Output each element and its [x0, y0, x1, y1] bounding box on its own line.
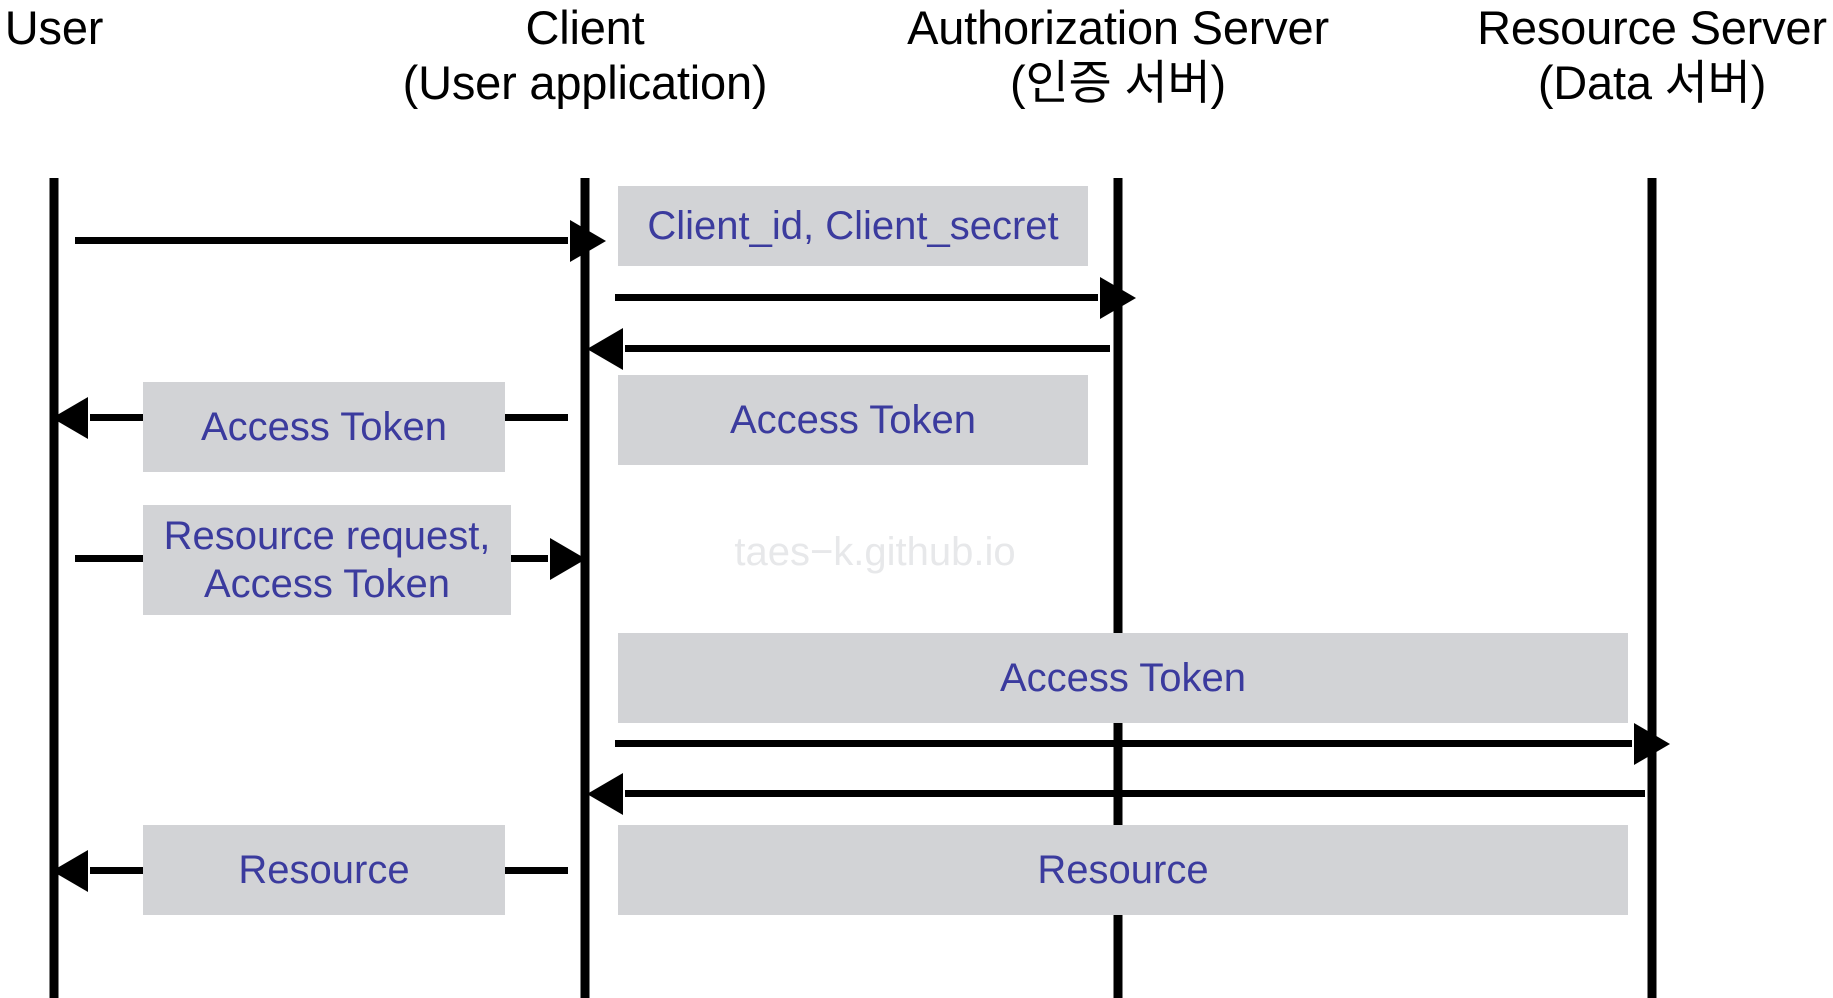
label-client-credentials: Client_id, Client_secret: [618, 186, 1088, 266]
participant-name: Client: [525, 1, 645, 54]
participant-subtitle: (인증 서버): [1010, 56, 1226, 110]
participant-name: Authorization Server: [907, 1, 1329, 54]
participant-name: User: [4, 1, 104, 54]
msg-auth-to-client: [587, 327, 1110, 370]
participant-subtitle: (User application): [402, 56, 768, 110]
label-text: Resource request, Access Token: [164, 512, 491, 608]
label-access-token-wide: Access Token: [618, 633, 1628, 723]
participant-name: Resource Server: [1477, 1, 1827, 54]
label-access-token-user: Access Token: [143, 382, 505, 472]
label-text: Access Token: [730, 396, 976, 444]
label-line: Access Token: [729, 398, 977, 442]
label-line: Access Token: [200, 405, 448, 449]
label-line: Resource request,: [163, 514, 491, 558]
label-text: Client_id, Client_secret: [647, 202, 1058, 250]
msg-client-to-auth: [615, 276, 1136, 319]
label-line: Resource: [238, 848, 410, 892]
label-line: Access Token: [203, 562, 451, 606]
lifeline-user: [49, 178, 59, 998]
participant-header-client: Client (User application): [403, 0, 768, 111]
msg-client-to-resource: [615, 722, 1670, 765]
participant-header-auth: Authorization Server (인증 서버): [907, 0, 1329, 111]
participant-subtitle: (Data 서버): [1537, 56, 1767, 110]
sequence-diagram: User Client (User application) Authorizatio…: [0, 0, 1833, 998]
label-text: Access Token: [201, 403, 447, 451]
label-line: Client_id, Client_secret: [647, 204, 1059, 248]
msg-resource-to-client: [587, 772, 1645, 815]
msg-user-to-client: [75, 219, 606, 262]
label-line: Access Token: [999, 656, 1247, 700]
label-resource-request: Resource request, Access Token: [143, 505, 511, 615]
label-text: Resource: [238, 846, 409, 894]
label-line: Resource: [1037, 848, 1209, 892]
label-access-token-auth: Access Token: [618, 375, 1088, 465]
label-text: Access Token: [1000, 654, 1246, 702]
label-resource-wide: Resource: [618, 825, 1628, 915]
lifeline-client: [580, 178, 590, 998]
participant-header-user: User: [4, 0, 104, 55]
label-resource-user: Resource: [143, 825, 505, 915]
label-text: Resource: [1037, 846, 1208, 894]
arrow-head-left-icon: [587, 772, 623, 815]
lifeline-resource: [1647, 178, 1657, 998]
participant-header-resource: Resource Server (Data 서버): [1477, 0, 1827, 111]
arrow-head-left-icon: [587, 327, 623, 370]
watermark-text: taes−k.github.io: [734, 530, 1016, 574]
